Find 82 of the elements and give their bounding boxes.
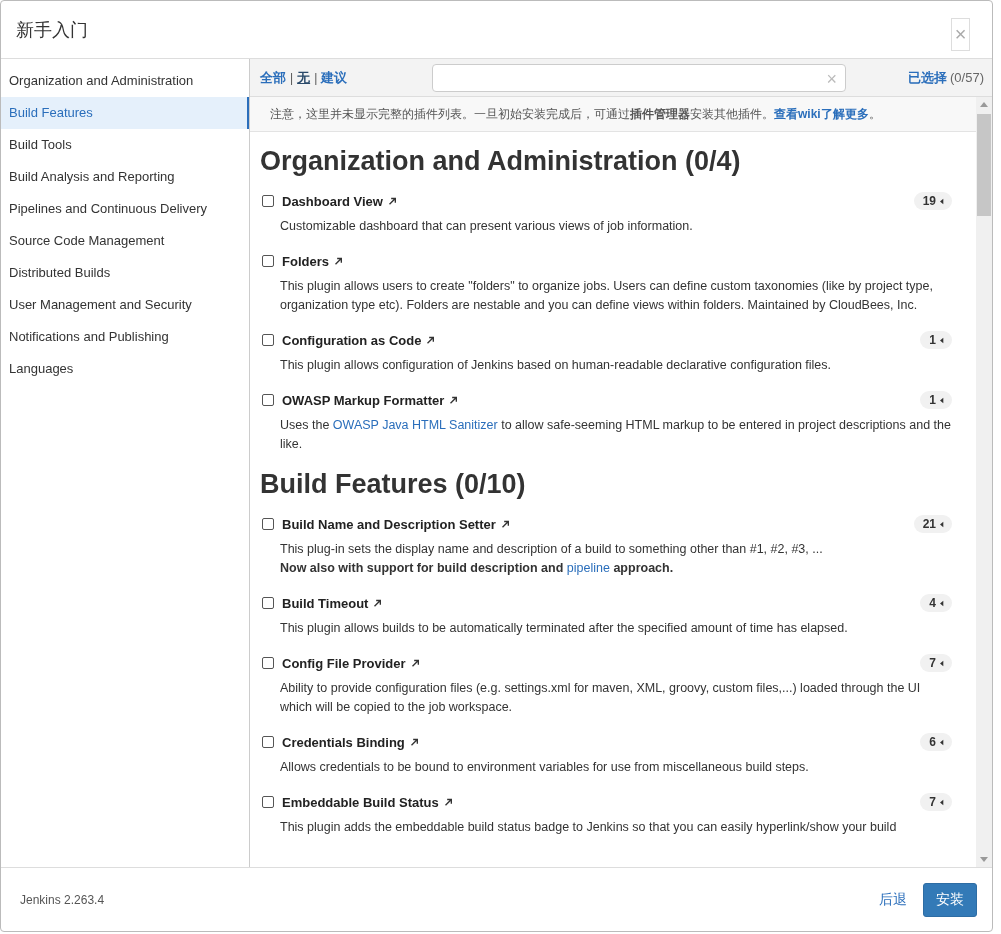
caret-icon	[940, 197, 944, 205]
scrollbar-thumb[interactable]	[977, 114, 991, 216]
external-link-icon[interactable]	[372, 598, 383, 608]
separator: |	[290, 70, 294, 85]
install-button[interactable]: 安装	[923, 882, 977, 917]
external-link-icon[interactable]	[425, 335, 436, 345]
checkbox[interactable]	[262, 796, 274, 808]
selected-link[interactable]: 已选择	[908, 69, 948, 85]
dependency-count[interactable]: 7	[920, 654, 952, 672]
filter-link[interactable]: 建议	[321, 68, 348, 87]
checkbox[interactable]	[262, 657, 274, 669]
selected-count: (0/57)	[950, 69, 984, 85]
plugin-name: Dashboard View	[282, 193, 383, 209]
dependency-count[interactable]: 7	[920, 793, 952, 811]
back-link[interactable]: 后退	[879, 890, 907, 909]
plugin-name: Configuration as Code	[282, 332, 422, 348]
caret-icon	[940, 520, 944, 528]
external-link-icon[interactable]	[408, 737, 419, 747]
filter-link[interactable]: 全部	[260, 68, 286, 87]
checkbox[interactable]	[262, 518, 274, 530]
notice-text: 注意，这里并未显示完整的插件列表。一旦初始安装完成后，可通过插件管理器安装其他插件。查看wiki了解更多。	[250, 97, 976, 132]
caret-icon	[940, 659, 944, 667]
caret-icon	[940, 396, 944, 404]
plugin-description: Uses the OWASP Java HTML Sanitizer to allow safe-seeming HTML markup to be entered in project descriptions and the like.	[280, 417, 952, 453]
scrollbar[interactable]	[976, 97, 992, 867]
version-label: Jenkins 2.263.4	[20, 892, 105, 907]
description-link[interactable]: OWASP Java HTML Sanitizer	[332, 418, 498, 432]
sidebar-item[interactable]: Build Tools	[1, 129, 249, 161]
separator: |	[314, 70, 318, 85]
plugin-description: Ability to provide configuration files (e.g. settings.xml for maven, XML, groovy, custom files,...) loaded through the UI which will be copied to the job workspace.	[280, 680, 922, 716]
plugin-description: Allows credentials to be bound to environment variables for use from miscellaneous build steps.	[280, 759, 810, 776]
plugin-description: This plug-in sets the display name and description of a build to something other than #1, #2, #3, ...	[280, 541, 824, 558]
filter-link[interactable]: 无	[297, 68, 311, 87]
section-heading: Organization and Administration (0/4)	[260, 146, 742, 177]
plugin-description: Customizable dashboard that can present various views of job information.	[280, 218, 694, 235]
external-link-icon[interactable]	[332, 256, 343, 266]
checkbox[interactable]	[262, 334, 274, 346]
plugin-name: Build Name and Description Setter	[282, 516, 496, 532]
dependency-count[interactable]: 4	[920, 594, 952, 612]
checkbox[interactable]	[262, 195, 274, 207]
sidebar-item[interactable]: Notifications and Publishing	[1, 321, 249, 353]
plugin-name: Build Timeout	[282, 595, 369, 611]
checkbox[interactable]	[262, 255, 274, 267]
section-heading: Build Features (0/10)	[260, 469, 527, 500]
sidebar-item[interactable]: Build Analysis and Reporting	[1, 161, 249, 193]
plugin-name: Config File Provider	[282, 655, 406, 671]
caret-icon	[940, 599, 944, 607]
plugin-name: OWASP Markup Formatter	[282, 392, 445, 408]
checkbox[interactable]	[262, 597, 274, 609]
dependency-count[interactable]: 19	[913, 192, 952, 210]
dependency-count[interactable]: 6	[920, 733, 952, 751]
external-link-icon[interactable]	[409, 658, 420, 668]
dependency-count[interactable]: 1	[920, 331, 952, 349]
sidebar-item[interactable]: Languages	[1, 353, 249, 385]
sidebar-item[interactable]: Build Features	[1, 97, 249, 129]
external-link-icon[interactable]	[386, 196, 397, 206]
description-link[interactable]: pipeline	[566, 561, 610, 575]
dependency-count[interactable]: 21	[913, 515, 952, 533]
caret-icon	[940, 738, 944, 746]
checkbox[interactable]	[262, 736, 274, 748]
sidebar-item[interactable]: User Management and Security	[1, 289, 249, 321]
plugin-description: Now also with support for build description and pipeline approach.	[280, 560, 675, 577]
sidebar-item[interactable]: Distributed Builds	[1, 257, 249, 289]
plugin-name: Folders	[282, 253, 329, 269]
caret-icon	[940, 798, 944, 806]
checkbox[interactable]	[262, 394, 274, 406]
sidebar-item[interactable]: Pipelines and Continuous Delivery	[1, 193, 249, 225]
wiki-link[interactable]: 查看wiki了解更多	[774, 107, 869, 121]
sidebar-item[interactable]: Source Code Management	[1, 225, 249, 257]
external-link-icon[interactable]	[499, 519, 510, 529]
plugin-description: This plugin allows builds to be automatically terminated after the specified amount of time has elapsed.	[280, 620, 849, 637]
plugin-name: Credentials Binding	[282, 734, 405, 750]
caret-icon	[940, 336, 944, 344]
plugin-name: Embeddable Build Status	[282, 794, 439, 810]
external-link-icon[interactable]	[442, 797, 453, 807]
plugin-description: This plugin allows users to create "folders" to organize jobs. Users can define custom taxonomies (like by project type, organization type etc). Folders are nestable and you can define views within folders. Maintained by CloudBees, Inc.	[280, 278, 934, 314]
dialog-title: 新手入门	[16, 18, 88, 42]
sidebar-item[interactable]: Organization and Administration	[1, 65, 249, 97]
plugin-description: This plugin allows configuration of Jenkins based on human-readable declarative configuration files.	[280, 357, 833, 374]
dependency-count[interactable]: 1	[920, 391, 952, 409]
external-link-icon[interactable]	[448, 395, 459, 405]
plugin-description: This plugin adds the embeddable build status badge to Jenkins so that you can easily hyperlink/show your build	[280, 819, 898, 836]
